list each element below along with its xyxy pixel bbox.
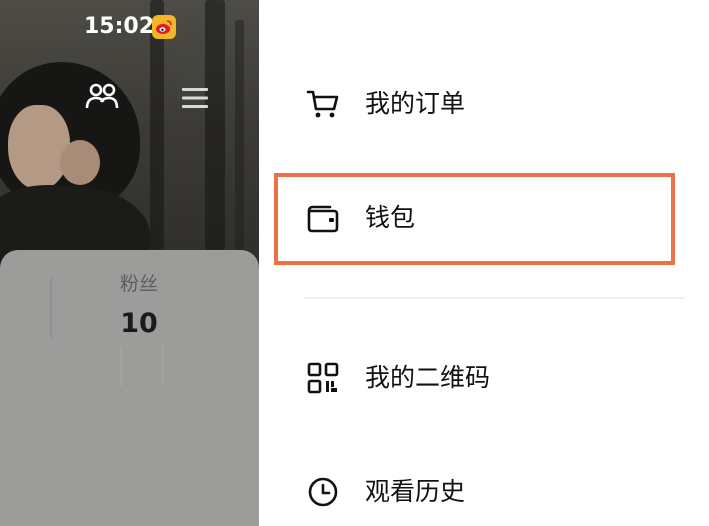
menu-divider bbox=[305, 297, 685, 299]
photo-tree-trunk bbox=[235, 20, 244, 250]
wallet-icon bbox=[305, 200, 341, 236]
menu-item-label: 我的订单 bbox=[365, 89, 466, 118]
weibo-icon bbox=[152, 15, 176, 39]
profile-background-panel[interactable]: 15:02 粉丝 10 bbox=[0, 0, 259, 526]
clock-icon bbox=[305, 474, 341, 510]
followers-label: 粉丝 bbox=[119, 273, 158, 295]
people-icon[interactable] bbox=[84, 82, 120, 110]
followers-count[interactable]: 10 bbox=[104, 308, 174, 340]
shopping-cart-icon bbox=[305, 86, 341, 122]
menu-item-label: 观看历史 bbox=[365, 477, 466, 506]
menu-item-label: 我的二维码 bbox=[365, 363, 491, 392]
menu-item-wallet[interactable]: 钱包 bbox=[259, 188, 709, 248]
hamburger-menu-icon[interactable] bbox=[180, 85, 210, 111]
menu-item-label: 钱包 bbox=[365, 203, 416, 232]
status-bar-time: 15:02 bbox=[84, 14, 155, 39]
stat-divider bbox=[50, 278, 52, 338]
menu-item-my-orders[interactable]: 我的订单 bbox=[259, 74, 709, 134]
qr-code-icon bbox=[305, 360, 341, 396]
drawer-menu: 我的订单 钱包 我的二维码 观看历史 bbox=[259, 0, 709, 526]
menu-item-watch-history[interactable]: 观看历史 bbox=[259, 462, 709, 522]
profile-stats-card: 粉丝 10 bbox=[0, 250, 259, 526]
menu-item-my-qr-code[interactable]: 我的二维码 bbox=[259, 348, 709, 408]
photo-person-hand bbox=[60, 140, 100, 185]
photo-tree-trunk bbox=[205, 0, 225, 250]
screen: 15:02 粉丝 10 我的订单 钱包 我的二维码 观看历史 bbox=[0, 0, 709, 526]
stat-ghost-column bbox=[120, 346, 164, 386]
photo-person-face bbox=[8, 105, 70, 190]
